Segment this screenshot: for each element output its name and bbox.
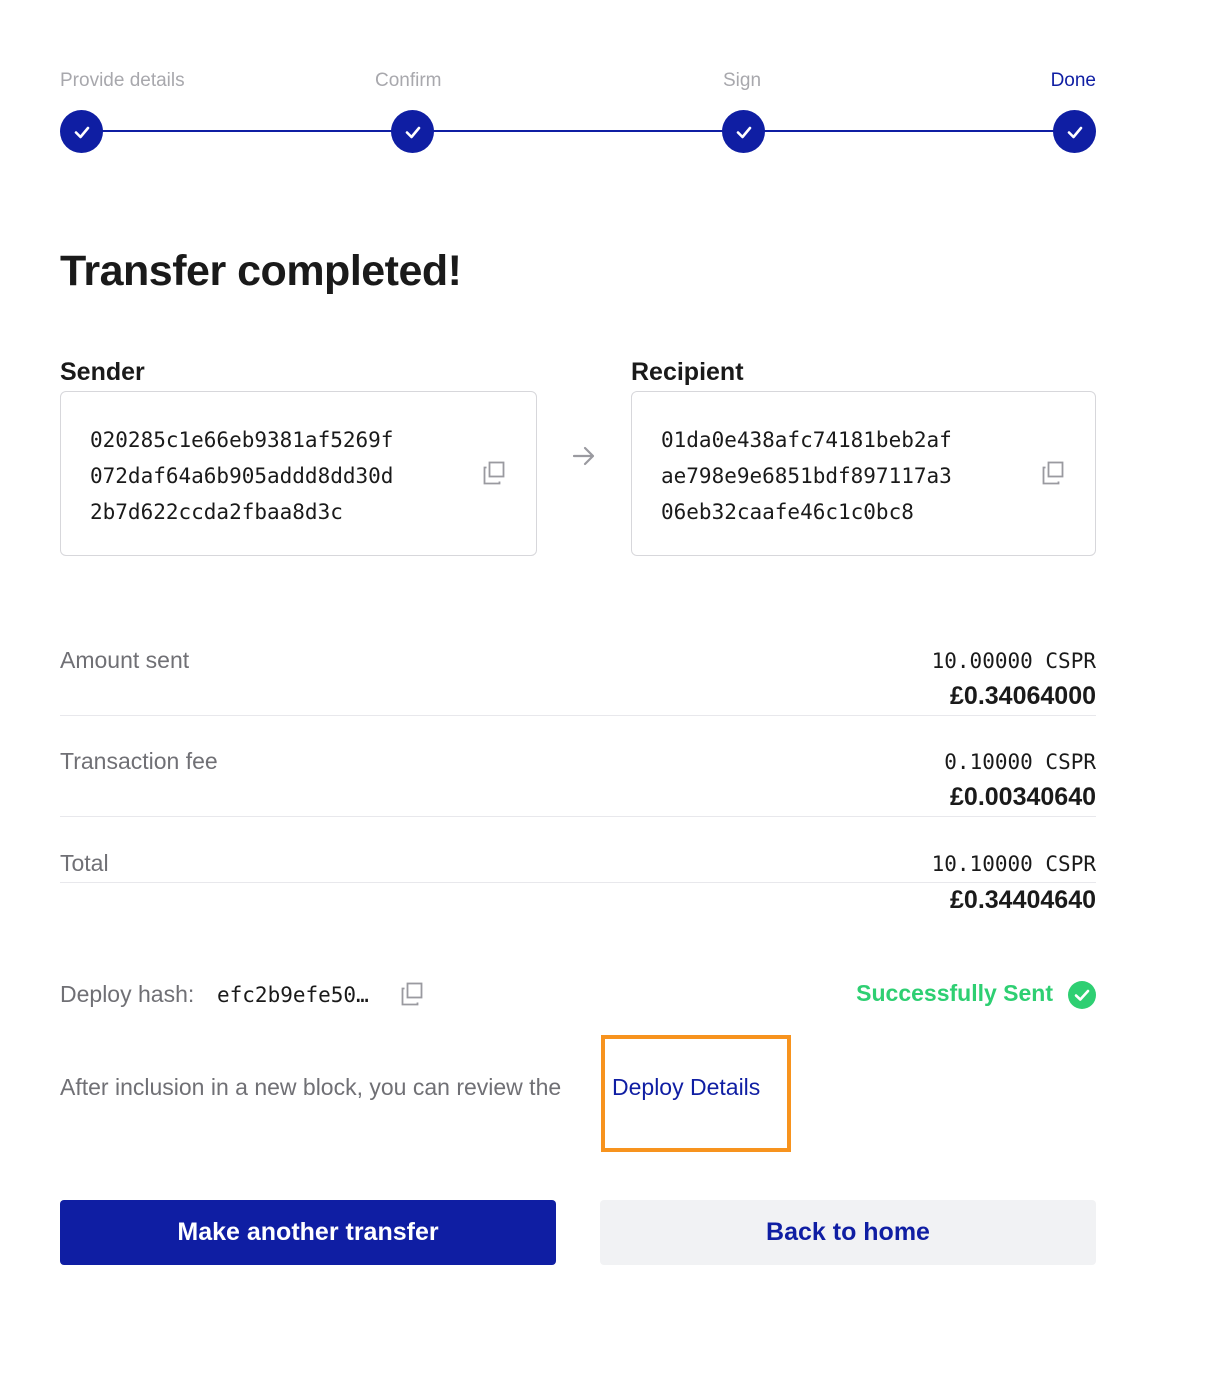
step-label-sign: Sign <box>723 70 762 91</box>
stepper-progress-line <box>81 130 1074 132</box>
divider <box>60 882 1096 883</box>
sender-address-line: 020285c1e66eb9381af5269f <box>90 428 394 452</box>
check-circle-icon <box>1068 981 1096 1009</box>
recipient-label: Recipient <box>631 358 744 386</box>
transaction-fee-cspr: 0.10000 CSPR <box>944 750 1096 774</box>
recipient-address-line: ae798e9e6851bdf897117a3 <box>661 464 952 488</box>
copy-icon[interactable] <box>1041 461 1065 485</box>
make-another-transfer-button[interactable]: Make another transfer <box>60 1200 556 1265</box>
sender-address: 020285c1e66eb9381af5269f 072daf64a6b905ad… <box>90 422 393 530</box>
total-label: Total <box>60 850 109 876</box>
back-to-home-button[interactable]: Back to home <box>600 1200 1096 1265</box>
deploy-hash-value: efc2b9efe50… <box>217 983 369 1007</box>
divider <box>60 816 1096 817</box>
highlight-box <box>601 1035 791 1152</box>
page-title: Transfer completed! <box>60 247 462 295</box>
amount-sent-fiat: £0.34064000 <box>950 682 1096 710</box>
recipient-address-box: 01da0e438afc74181beb2af ae798e9e6851bdf89… <box>631 391 1096 556</box>
sender-address-line: 072daf64a6b905addd8dd30d <box>90 464 394 488</box>
amount-sent-label: Amount sent <box>60 647 190 673</box>
deploy-hash-label: Deploy hash: <box>60 981 195 1007</box>
status-text: Successfully Sent <box>856 980 1053 1006</box>
total-fiat: £0.34404640 <box>950 886 1096 914</box>
sender-address-box: 020285c1e66eb9381af5269f 072daf64a6b905ad… <box>60 391 537 556</box>
step-check-icon <box>391 110 434 153</box>
step-check-icon <box>1053 110 1096 153</box>
step-check-icon <box>722 110 765 153</box>
recipient-address-line: 06eb32caafe46c1c0bc8 <box>661 500 914 524</box>
arrow-right-icon <box>572 446 595 466</box>
review-note: After inclusion in a new block, you can … <box>60 1074 562 1100</box>
transaction-fee-label: Transaction fee <box>60 748 218 774</box>
recipient-address: 01da0e438afc74181beb2af ae798e9e6851bdf89… <box>661 422 952 530</box>
total-cspr: 10.10000 CSPR <box>931 852 1096 876</box>
step-label-done: Done <box>1050 70 1096 91</box>
copy-icon[interactable] <box>482 461 506 485</box>
sender-label: Sender <box>60 358 145 386</box>
step-check-icon <box>60 110 103 153</box>
step-label-provide-details: Provide details <box>60 70 185 91</box>
recipient-address-line: 01da0e438afc74181beb2af <box>661 428 952 452</box>
divider <box>60 715 1096 716</box>
copy-icon[interactable] <box>400 982 424 1006</box>
amount-sent-cspr: 10.00000 CSPR <box>931 649 1096 673</box>
step-label-confirm: Confirm <box>375 70 442 91</box>
transaction-fee-fiat: £0.00340640 <box>950 783 1096 811</box>
sender-address-line: 2b7d622ccda2fbaa8d3c <box>90 500 343 524</box>
